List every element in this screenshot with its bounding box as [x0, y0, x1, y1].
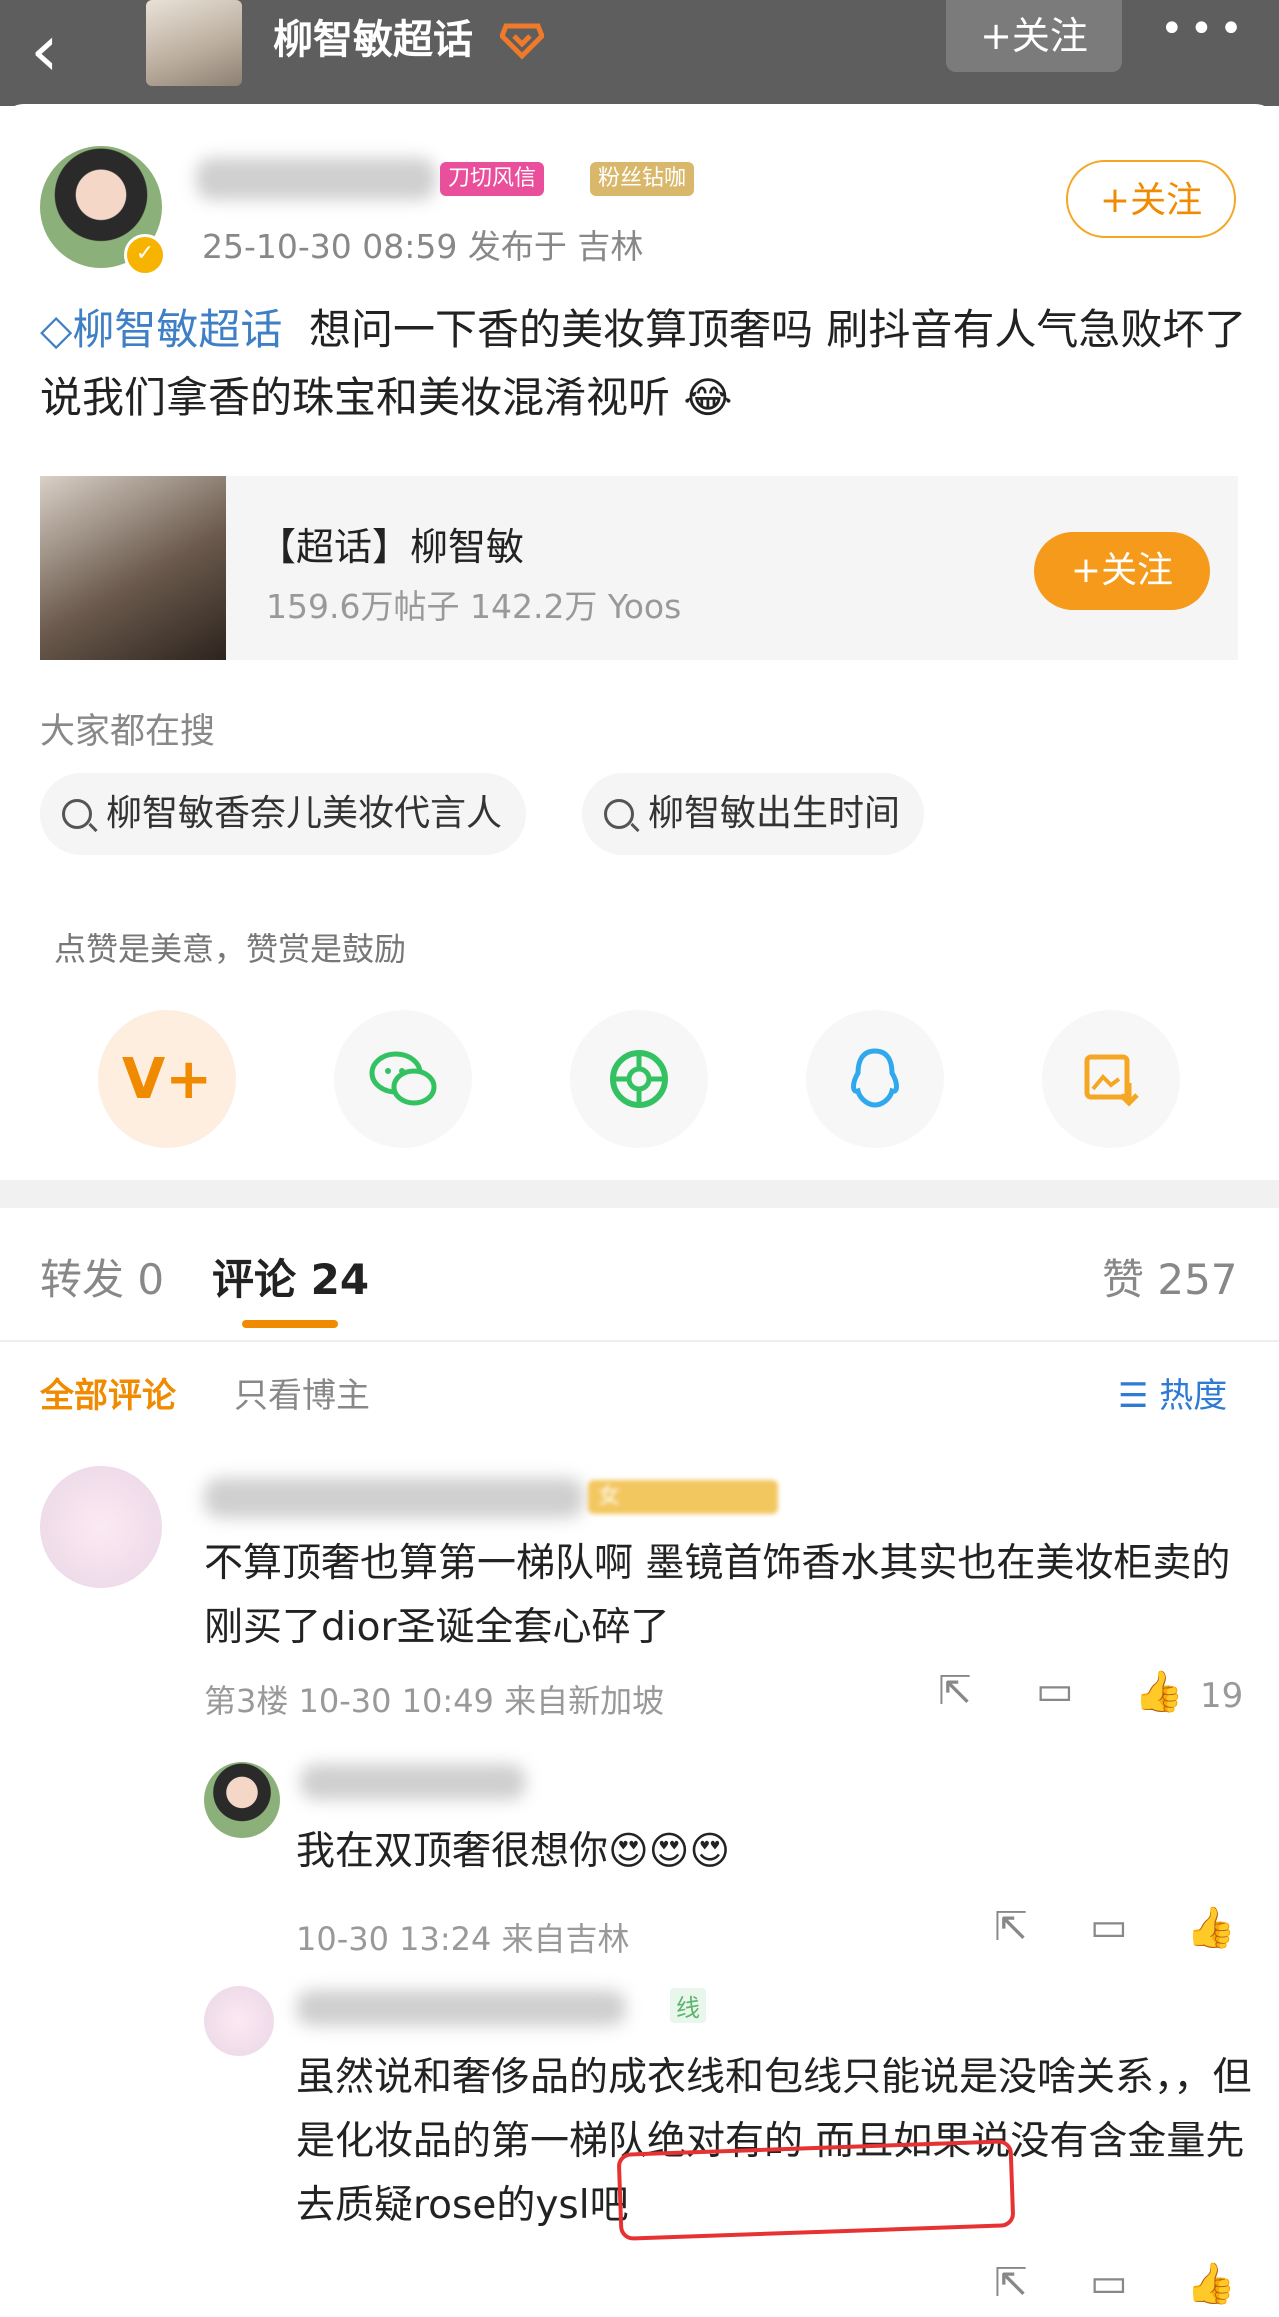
moments-share-icon[interactable] — [570, 1010, 708, 1148]
tab-like[interactable]: 赞 257 — [1102, 1246, 1238, 1307]
sort-icon: ☰ — [1118, 1376, 1160, 1416]
like-icon[interactable]: 👍 — [1186, 1904, 1236, 1951]
commenter-badge: 女 — [588, 1480, 778, 1514]
section-divider — [0, 1180, 1279, 1208]
filter-all-comments[interactable]: 全部评论 — [40, 1368, 176, 1417]
reply-tag: 线 — [670, 1988, 706, 2023]
share-icon[interactable]: ⇱ — [994, 1904, 1028, 1950]
topic-card-title: 【超话】柳智敏 — [258, 525, 525, 569]
verified-icon: ✓ — [124, 234, 166, 276]
top-bar: ‹ 柳智敏超话 +关注 ••• — [0, 0, 1279, 106]
reply-text: 我在双顶奢很想你😍😍😍 — [296, 1829, 730, 1874]
topic-card-stats: 159.6万帖子 142.2万 Yoos — [266, 587, 682, 626]
tab-repost[interactable]: 转发 0 — [40, 1246, 164, 1307]
share-icon[interactable]: ⇱ — [994, 2260, 1028, 2306]
trending-search-label: 大家都在搜 — [40, 712, 216, 752]
commenter-avatar[interactable] — [40, 1466, 162, 1588]
topic-follow-button[interactable]: +关注 — [1034, 532, 1210, 610]
topic-thumbnail[interactable] — [146, 0, 242, 86]
reply-name-blurred[interactable] — [296, 1990, 626, 2026]
search-icon — [604, 799, 634, 829]
share-icon[interactable]: ⇱ — [938, 1668, 972, 1714]
topic-card-image — [40, 476, 226, 660]
reply-icon[interactable]: ▭ — [1036, 1668, 1074, 1714]
red-highlight-annotation — [616, 2139, 1016, 2241]
topic-link[interactable]: ◇柳智敏超话 — [40, 305, 282, 354]
more-options-icon[interactable]: ••• — [1160, 6, 1249, 52]
like-icon[interactable]: 👍 — [1134, 1668, 1184, 1715]
tabs-divider — [0, 1340, 1279, 1342]
reply-avatar[interactable] — [204, 1762, 280, 1838]
wechat-share-icon[interactable] — [334, 1010, 472, 1148]
commenter-name-blurred[interactable] — [204, 1478, 584, 1518]
reply-avatar[interactable] — [204, 1986, 274, 2056]
laughing-emoji-icon: 😂 — [683, 373, 733, 422]
reward-tip: 点赞是美意，赞赏是鼓励 — [54, 930, 407, 968]
like-icon[interactable]: 👍 — [1186, 2260, 1236, 2307]
reward-v-plus-icon[interactable]: V+ — [98, 1010, 236, 1148]
author-name-blurred[interactable] — [196, 158, 436, 200]
filter-owner-only[interactable]: 只看博主 — [234, 1368, 370, 1417]
like-count: 19 — [1200, 1676, 1244, 1716]
reply-icon[interactable]: ▭ — [1090, 2260, 1128, 2306]
author-tag-fan-level: 刀切风信 — [440, 162, 545, 196]
search-suggestion[interactable]: 柳智敏出生时间 — [582, 773, 925, 855]
sort-by-popularity[interactable]: ☰ 热度 — [1118, 1368, 1227, 1417]
search-icon — [62, 799, 92, 829]
post-meta: 25-10-30 08:59 发布于 吉林 — [202, 227, 644, 266]
tab-comment[interactable]: 评论 24 — [212, 1246, 369, 1307]
header-follow-button[interactable]: +关注 — [946, 0, 1122, 72]
reply-icon[interactable]: ▭ — [1090, 1904, 1128, 1950]
comment-text: 不算顶奢也算第一梯队啊 墨镜首饰香水其实也在美妆柜卖的 刚买了dior圣诞全套心… — [204, 1541, 1231, 1650]
qq-share-icon[interactable] — [806, 1010, 944, 1148]
search-suggestion[interactable]: 柳智敏香奈儿美妆代言人 — [40, 773, 527, 855]
reply-name-blurred[interactable] — [300, 1764, 526, 1800]
active-tab-indicator — [242, 1320, 338, 1328]
supertopic-badge-icon — [500, 23, 544, 60]
author-follow-button[interactable]: +关注 — [1066, 160, 1236, 238]
post-body: ◇柳智敏超话 想问一下香的美妆算顶奢吗 刷抖音有人气急败坏了说我们拿香的珠宝和美… — [40, 296, 1250, 432]
back-arrow-icon[interactable]: ‹ — [30, 10, 59, 90]
comment-meta: 第3楼 10-30 10:49 来自新加坡 — [204, 1682, 665, 1720]
reply-meta: 10-30 13:24 来自吉林 — [296, 1920, 630, 1958]
author-tag-fan-rank: 粉丝钻咖 — [590, 162, 695, 196]
save-image-icon[interactable] — [1042, 1010, 1180, 1148]
page-title: 柳智敏超话 — [273, 17, 473, 63]
